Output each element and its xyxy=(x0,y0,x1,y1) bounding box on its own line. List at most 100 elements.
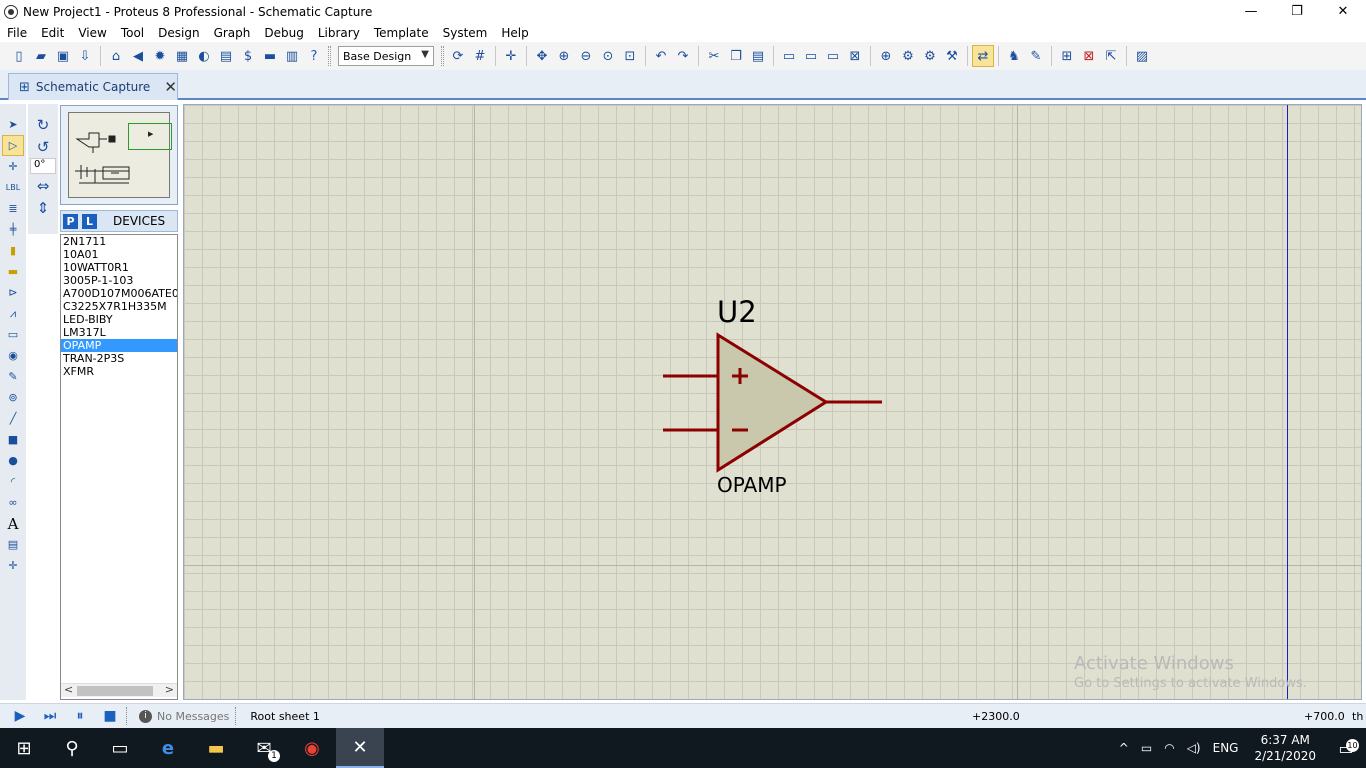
zoom-out-icon[interactable]: ⊖ xyxy=(575,45,597,67)
pcb-icon[interactable]: ✹ xyxy=(149,45,171,67)
list-item[interactable]: LED-BIBY xyxy=(61,313,177,326)
wire-autorouter-icon[interactable]: ⇄ xyxy=(972,45,994,67)
menu-library[interactable]: Library xyxy=(311,26,367,40)
home-icon[interactable]: ⌂ xyxy=(105,45,127,67)
pick-devices-button[interactable]: P xyxy=(63,213,78,229)
notifications-icon[interactable]: ▭10 xyxy=(1326,738,1366,758)
grid-icon[interactable]: # xyxy=(469,45,491,67)
proteus-app-icon[interactable]: ✕ xyxy=(336,728,384,768)
symbol-icon[interactable]: ▤ xyxy=(2,534,24,555)
box-icon[interactable]: ■ xyxy=(2,429,24,450)
pan-icon[interactable]: ✥ xyxy=(531,45,553,67)
search-icon[interactable]: ♞ xyxy=(1003,45,1025,67)
menu-system[interactable]: System xyxy=(436,26,495,40)
pause-icon[interactable]: ⏸ xyxy=(70,706,90,726)
new-sheet-icon[interactable]: ⊞ xyxy=(1056,45,1078,67)
scroll-thumb[interactable] xyxy=(77,686,153,696)
zoom-all-icon[interactable]: ⊙ xyxy=(597,45,619,67)
block-move-icon[interactable]: ▭ xyxy=(800,45,822,67)
search-icon[interactable]: ⚲ xyxy=(48,728,96,768)
clock[interactable]: 6:37 AM 2/21/2020 xyxy=(1244,732,1326,764)
import-icon[interactable]: ⇩ xyxy=(74,45,96,67)
play-icon[interactable]: ▶ xyxy=(10,706,30,726)
remove-sheet-icon[interactable]: ⊠ xyxy=(1078,45,1100,67)
schematic-canvas[interactable]: U2 OPAMP Activate Windows Go to Settings… xyxy=(183,104,1362,700)
windows-start-icon[interactable]: ⊞ xyxy=(0,728,48,768)
make-device-icon[interactable]: ⚙ xyxy=(897,45,919,67)
rotation-angle-field[interactable]: 0° xyxy=(30,158,56,174)
path-icon[interactable]: ∞ xyxy=(2,492,24,513)
paste-icon[interactable]: ▤ xyxy=(747,45,769,67)
component-reference[interactable]: U2 xyxy=(717,295,757,329)
new-file-icon[interactable]: ▯ xyxy=(8,45,30,67)
refresh-icon[interactable]: ⟳ xyxy=(447,45,469,67)
maximize-button[interactable]: ❐ xyxy=(1274,0,1320,23)
library-manager-button[interactable]: L xyxy=(82,213,97,229)
zoom-area-icon[interactable]: ⊡ xyxy=(619,45,641,67)
overview-map[interactable]: ▶ xyxy=(68,112,172,198)
gerber-icon[interactable]: ◐ xyxy=(193,45,215,67)
keyboard-icon[interactable]: ▬ xyxy=(259,45,281,67)
stop-icon[interactable]: ■ xyxy=(100,706,120,726)
subcircuit-icon[interactable]: ▮ xyxy=(2,240,24,261)
schematic-icon[interactable]: ◀ xyxy=(127,45,149,67)
pick-device-icon[interactable]: ⊕ xyxy=(875,45,897,67)
graph-icon[interactable]: ⩘ xyxy=(2,303,24,324)
bom-icon[interactable]: $ xyxy=(237,45,259,67)
close-tab-icon[interactable]: ✕ xyxy=(164,78,177,96)
property-tool-icon[interactable]: ✎ xyxy=(1025,45,1047,67)
tape-recorder-icon[interactable]: ▭ xyxy=(2,324,24,345)
toolbar-grip[interactable] xyxy=(441,46,444,66)
package-tool-icon[interactable]: ⚙ xyxy=(919,45,941,67)
opamp-symbol[interactable] xyxy=(660,331,890,479)
list-item[interactable]: XFMR xyxy=(61,365,177,378)
line-icon[interactable]: ╱ xyxy=(2,408,24,429)
junction-dot-icon[interactable]: ✛ xyxy=(2,156,24,177)
save-icon[interactable]: ▣ xyxy=(52,45,74,67)
list-item[interactable]: 10A01 xyxy=(61,248,177,261)
toolbar-grip[interactable] xyxy=(328,46,331,66)
menu-edit[interactable]: Edit xyxy=(34,26,71,40)
chrome-icon[interactable]: ◉ xyxy=(288,728,336,768)
wifi-icon[interactable]: ◠ xyxy=(1158,741,1180,755)
list-item[interactable]: C3225X7R1H335M xyxy=(61,300,177,313)
rotate-clockwise-icon[interactable]: ↻ xyxy=(30,114,56,135)
voltage-probe-icon[interactable]: ✎ xyxy=(2,366,24,387)
cut-icon[interactable]: ✂ xyxy=(703,45,725,67)
netlist-icon[interactable]: ▨ xyxy=(1131,45,1153,67)
redo-icon[interactable]: ↷ xyxy=(672,45,694,67)
minimize-button[interactable]: — xyxy=(1228,0,1274,23)
tab-schematic-capture[interactable]: ⊞ Schematic Capture ✕ xyxy=(8,73,178,100)
device-list[interactable]: 2N1711 10A01 10WATT0R1 3005P-1-103 A700D… xyxy=(60,234,178,700)
selection-mode-icon[interactable]: ➤ xyxy=(2,114,24,135)
virtual-instruments-icon[interactable]: ⊚ xyxy=(2,387,24,408)
block-delete-icon[interactable]: ⊠ xyxy=(844,45,866,67)
horizontal-scrollbar[interactable]: < > xyxy=(61,683,177,697)
menu-graph[interactable]: Graph xyxy=(207,26,258,40)
text-icon[interactable]: A xyxy=(2,513,24,534)
text-script-icon[interactable]: ≣ xyxy=(2,198,24,219)
help-icon[interactable]: ? xyxy=(303,45,325,67)
list-item[interactable]: 3005P-1-103 xyxy=(61,274,177,287)
menu-debug[interactable]: Debug xyxy=(257,26,310,40)
message-indicator[interactable]: i No Messages xyxy=(139,709,229,723)
list-item[interactable]: A700D107M006ATE018 xyxy=(61,287,177,300)
menu-template[interactable]: Template xyxy=(367,26,436,40)
overview-viewport[interactable] xyxy=(128,123,172,150)
list-item[interactable]: LM317L xyxy=(61,326,177,339)
app-icon[interactable] xyxy=(4,4,18,19)
exit-to-parent-icon[interactable]: ⇱ xyxy=(1100,45,1122,67)
file-explorer-icon[interactable]: ▬ xyxy=(192,728,240,768)
component-value[interactable]: OPAMP xyxy=(717,473,787,497)
wire-label-icon[interactable]: LBL xyxy=(2,177,24,198)
language-indicator[interactable]: ENG xyxy=(1207,741,1245,755)
overview-window[interactable]: ▶ xyxy=(60,105,178,205)
scroll-left-icon[interactable]: < xyxy=(64,683,73,696)
decompose-icon[interactable]: ⚒ xyxy=(941,45,963,67)
circle-icon[interactable]: ● xyxy=(2,450,24,471)
edge-browser-icon[interactable]: e xyxy=(144,728,192,768)
menu-file[interactable]: File xyxy=(0,26,34,40)
chevron-up-icon[interactable]: ^ xyxy=(1113,741,1135,755)
zoom-in-icon[interactable]: ⊕ xyxy=(553,45,575,67)
task-view-icon[interactable]: ▭ xyxy=(96,728,144,768)
